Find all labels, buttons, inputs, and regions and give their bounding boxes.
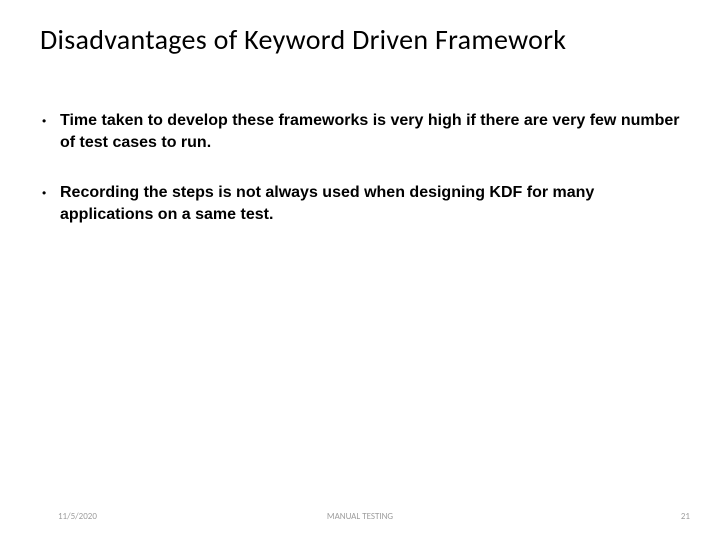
bullet-text: Time taken to develop these frameworks i… <box>60 110 680 154</box>
footer-page-number: 21 <box>681 511 690 522</box>
slide: Disadvantages of Keyword Driven Framewor… <box>0 0 720 540</box>
slide-footer: 11/5/2020 MANUAL TESTING 21 <box>0 506 720 522</box>
list-item: • Time taken to develop these frameworks… <box>40 110 680 154</box>
slide-content: • Time taken to develop these frameworks… <box>40 110 680 254</box>
footer-center: MANUAL TESTING <box>0 511 720 522</box>
bullet-icon: • <box>40 110 60 132</box>
list-item: • Recording the steps is not always used… <box>40 182 680 226</box>
slide-title: Disadvantages of Keyword Driven Framewor… <box>40 22 700 57</box>
bullet-text: Recording the steps is not always used w… <box>60 182 680 226</box>
bullet-icon: • <box>40 182 60 204</box>
